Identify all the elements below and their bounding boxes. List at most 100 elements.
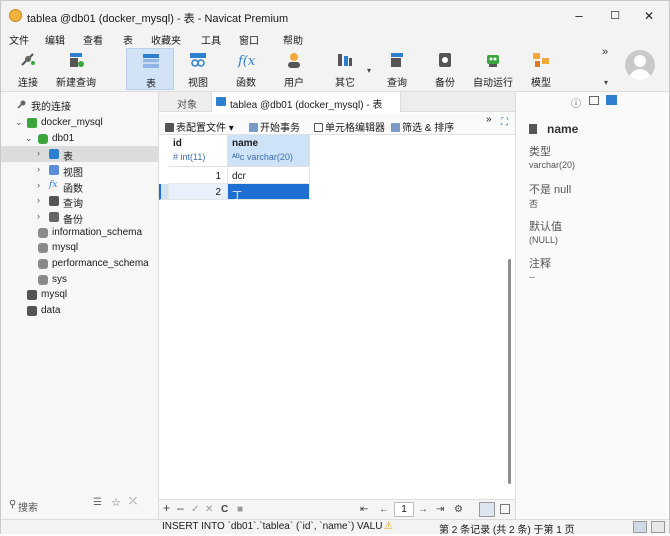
apply-changes-button[interactable]: ✓ <box>191 504 199 515</box>
tree-item-information-schema[interactable]: information_schema <box>1 225 158 241</box>
chevron-down-icon[interactable]: ⌄ <box>15 117 23 128</box>
menu-favorites[interactable]: 收藏夹 <box>151 32 181 47</box>
toolbar-dropdown-icon[interactable]: ▾ <box>604 78 608 87</box>
maximize-button[interactable]: ☐ <box>599 5 631 27</box>
info-icon[interactable]: ⓘ <box>571 95 581 110</box>
sort-icon[interactable]: ⤫ <box>129 496 137 507</box>
filter-icon[interactable]: ☰ <box>93 497 102 508</box>
expand-icon[interactable]: ⛶ <box>501 117 508 128</box>
main-toolbar: 连接 新建查询 表 视图 f(x) 函数 用户 其它 ▾ 查询 <box>1 46 669 92</box>
minimize-button[interactable]: – <box>563 5 595 27</box>
tab-tablea[interactable]: tablea @db01 (docker_mysql) - 表 <box>211 92 401 112</box>
ddl-icon[interactable] <box>589 96 599 105</box>
row-indicator[interactable] <box>159 184 169 200</box>
tree-item-tables[interactable]: › 表 <box>1 146 158 163</box>
stop-button[interactable]: ■ <box>237 504 243 515</box>
user-avatar[interactable] <box>625 50 655 80</box>
menu-window[interactable]: 窗口 <box>239 32 259 47</box>
panel-layout-button[interactable] <box>651 521 665 533</box>
my-connections-header[interactable]: 我的连接 <box>1 96 158 113</box>
tree-item-sys[interactable]: sys <box>1 272 158 288</box>
toolbar-backup-button[interactable]: 备份 <box>421 48 469 90</box>
tree-item-backups[interactable]: › 备份 <box>1 209 158 226</box>
toolbar-function-button[interactable]: f(x) 函数 <box>222 48 270 90</box>
svg-text:f(x): f(x) <box>237 54 255 68</box>
backup-icon <box>49 212 59 222</box>
toolbar-model-button[interactable]: 模型 <box>517 48 565 90</box>
toolbar-others-button[interactable]: 其它 <box>321 48 369 90</box>
begin-transaction-button[interactable]: 开始事务 <box>249 119 300 134</box>
menu-file[interactable]: 文件 <box>9 32 29 47</box>
database-icon <box>38 243 48 253</box>
first-page-button[interactable]: ⇤ <box>360 504 368 515</box>
chevron-down-icon[interactable]: ⌄ <box>25 133 33 144</box>
tree-item-docker-mysql[interactable]: ⌄ docker_mysql <box>1 115 158 131</box>
comment-label: 注释 <box>529 258 551 270</box>
toolbar-automation-button[interactable]: 自动运行 <box>469 48 517 90</box>
toolbar-query-button[interactable]: 查询 <box>373 48 421 90</box>
menu-table[interactable]: 表 <box>123 32 133 47</box>
gridbar-more-button[interactable]: » <box>486 114 492 125</box>
tree-item-mysql-db[interactable]: mysql <box>1 240 158 256</box>
prev-page-button[interactable]: ← <box>379 504 389 515</box>
toolbar-table-button[interactable]: 表 <box>126 48 174 90</box>
grid-info-icon[interactable] <box>606 95 617 105</box>
grid-vertical-scrollbar[interactable] <box>508 259 511 484</box>
form-view-button[interactable] <box>500 504 510 514</box>
toolbar-more-button[interactable]: » <box>602 46 608 58</box>
tree-item-db01[interactable]: ⌄ db01 <box>1 131 158 147</box>
tree-item-views[interactable]: › 视图 <box>1 162 158 179</box>
chevron-right-icon[interactable]: › <box>37 148 45 158</box>
tree-item-mysql-connection[interactable]: mysql <box>1 287 158 303</box>
refresh-button[interactable]: C <box>221 504 228 515</box>
toolbar-label: 新建查询 <box>56 78 96 89</box>
sidebar-search-input[interactable]: 搜索 <box>18 499 38 514</box>
chevron-right-icon[interactable]: › <box>37 164 45 174</box>
table-cell[interactable]: 2 <box>169 184 228 200</box>
close-button[interactable]: ✕ <box>633 5 665 27</box>
filter-sort-button[interactable]: 筛选 & 排序 <box>391 119 454 134</box>
filter-icon <box>391 123 400 132</box>
last-page-button[interactable]: ⇥ <box>436 504 444 515</box>
backup-icon <box>439 53 451 67</box>
menu-edit[interactable]: 编辑 <box>45 32 65 47</box>
page-settings-button[interactable]: ⚙ <box>454 504 463 515</box>
toolbar-label: 自动运行 <box>473 78 513 89</box>
table-profile-button[interactable]: 表配置文件 ▾ <box>165 119 234 134</box>
tree-item-data[interactable]: data <box>1 303 158 319</box>
search-icon: ⚲ <box>9 499 17 510</box>
tab-objects[interactable]: 对象 <box>177 96 197 111</box>
memo-editor-button[interactable]: 单元格编辑器 <box>314 119 385 134</box>
toolbar-connection-button[interactable]: 连接 <box>4 48 52 90</box>
delete-record-button[interactable]: – <box>177 501 184 515</box>
page-number-input[interactable]: 1 <box>394 502 414 517</box>
column-header-name[interactable]: name ᴬᴮc varchar(20) <box>228 135 310 167</box>
discard-changes-button[interactable]: ✕ <box>205 504 213 515</box>
tree-item-performance-schema[interactable]: performance_schema <box>1 256 158 272</box>
table-cell[interactable]: dcr <box>228 168 310 184</box>
grid-toolbar: 表配置文件 ▾ 开始事务 单元格编辑器 筛选 & 排序 » ⛶ <box>159 113 515 135</box>
menu-bar: 文件 编辑 查看 表 收藏夹 工具 窗口 帮助 <box>1 31 669 47</box>
others-dropdown-icon[interactable]: ▾ <box>367 66 371 75</box>
toolbar-view-button[interactable]: 视图 <box>174 48 222 90</box>
tree-item-functions[interactable]: › fx 函数 <box>1 178 158 195</box>
menu-view[interactable]: 查看 <box>83 32 103 47</box>
chevron-right-icon[interactable]: › <box>37 211 45 221</box>
toolbar-new-query-button[interactable]: 新建查询 <box>52 48 100 90</box>
chevron-right-icon[interactable]: › <box>37 195 45 205</box>
chevron-right-icon[interactable]: › <box>37 180 45 190</box>
warning-icon[interactable]: ⚠ <box>384 521 393 532</box>
column-header-id[interactable]: id # int(11) <box>169 135 228 167</box>
next-page-button[interactable]: → <box>418 504 428 515</box>
menu-help[interactable]: 帮助 <box>283 32 303 47</box>
menu-tools[interactable]: 工具 <box>201 32 221 47</box>
grid-view-button[interactable] <box>479 502 495 517</box>
table-icon <box>216 97 226 106</box>
table-cell[interactable]: 1 <box>169 168 228 184</box>
toolbar-user-button[interactable]: 用户 <box>270 48 318 90</box>
tree-item-queries[interactable]: › 查询 <box>1 193 158 210</box>
table-cell-selected[interactable]: 丁 <box>228 184 310 202</box>
star-icon[interactable]: ☆ <box>111 496 121 509</box>
add-record-button[interactable]: + <box>163 501 170 515</box>
grid-layout-button[interactable] <box>633 521 647 533</box>
